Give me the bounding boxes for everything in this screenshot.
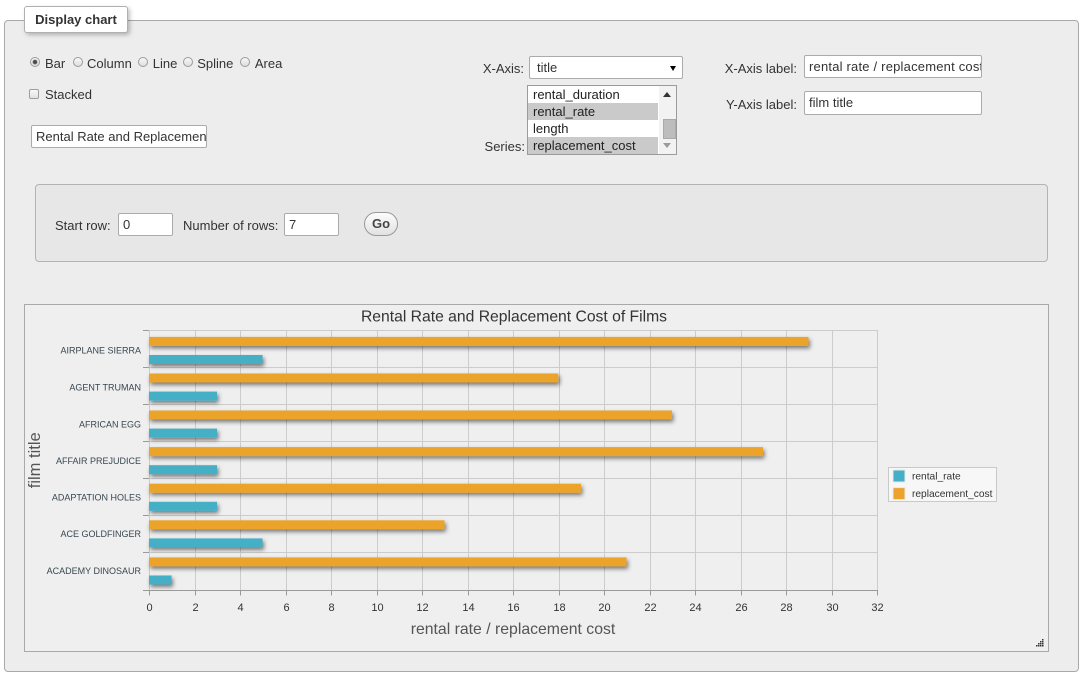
svg-text:AFRICAN EGG: AFRICAN EGG <box>79 419 141 429</box>
svg-text:ACE GOLDFINGER: ACE GOLDFINGER <box>60 529 141 539</box>
svg-text:18: 18 <box>553 602 565 614</box>
svg-text:replacement_cost: replacement_cost <box>912 489 993 500</box>
svg-text:10: 10 <box>371 602 383 614</box>
svg-text:30: 30 <box>826 602 838 614</box>
svg-text:14: 14 <box>462 602 474 614</box>
svg-text:20: 20 <box>598 602 610 614</box>
svg-text:8: 8 <box>328 602 334 614</box>
svg-text:28: 28 <box>780 602 792 614</box>
svg-text:Rental Rate and Replacement Co: Rental Rate and Replacement Cost of Film… <box>361 309 667 326</box>
svg-text:12: 12 <box>416 602 428 614</box>
svg-text:AIRPLANE SIERRA: AIRPLANE SIERRA <box>60 346 141 356</box>
svg-text:6: 6 <box>283 602 289 614</box>
svg-text:film title: film title <box>26 432 44 488</box>
svg-text:16: 16 <box>507 602 519 614</box>
svg-text:0: 0 <box>146 602 152 614</box>
svg-text:ACADEMY DINOSAUR: ACADEMY DINOSAUR <box>47 566 142 576</box>
svg-text:AFFAIR PREJUDICE: AFFAIR PREJUDICE <box>56 456 141 466</box>
svg-text:rental_rate: rental_rate <box>912 472 961 483</box>
svg-text:24: 24 <box>689 602 701 614</box>
svg-text:26: 26 <box>735 602 747 614</box>
svg-text:22: 22 <box>644 602 656 614</box>
svg-text:32: 32 <box>871 602 883 614</box>
svg-text:AGENT TRUMAN: AGENT TRUMAN <box>69 382 141 392</box>
svg-text:2: 2 <box>192 602 198 614</box>
svg-text:4: 4 <box>237 602 243 614</box>
svg-text:ADAPTATION HOLES: ADAPTATION HOLES <box>52 493 141 503</box>
svg-text:rental rate / replacement cost: rental rate / replacement cost <box>411 621 616 638</box>
